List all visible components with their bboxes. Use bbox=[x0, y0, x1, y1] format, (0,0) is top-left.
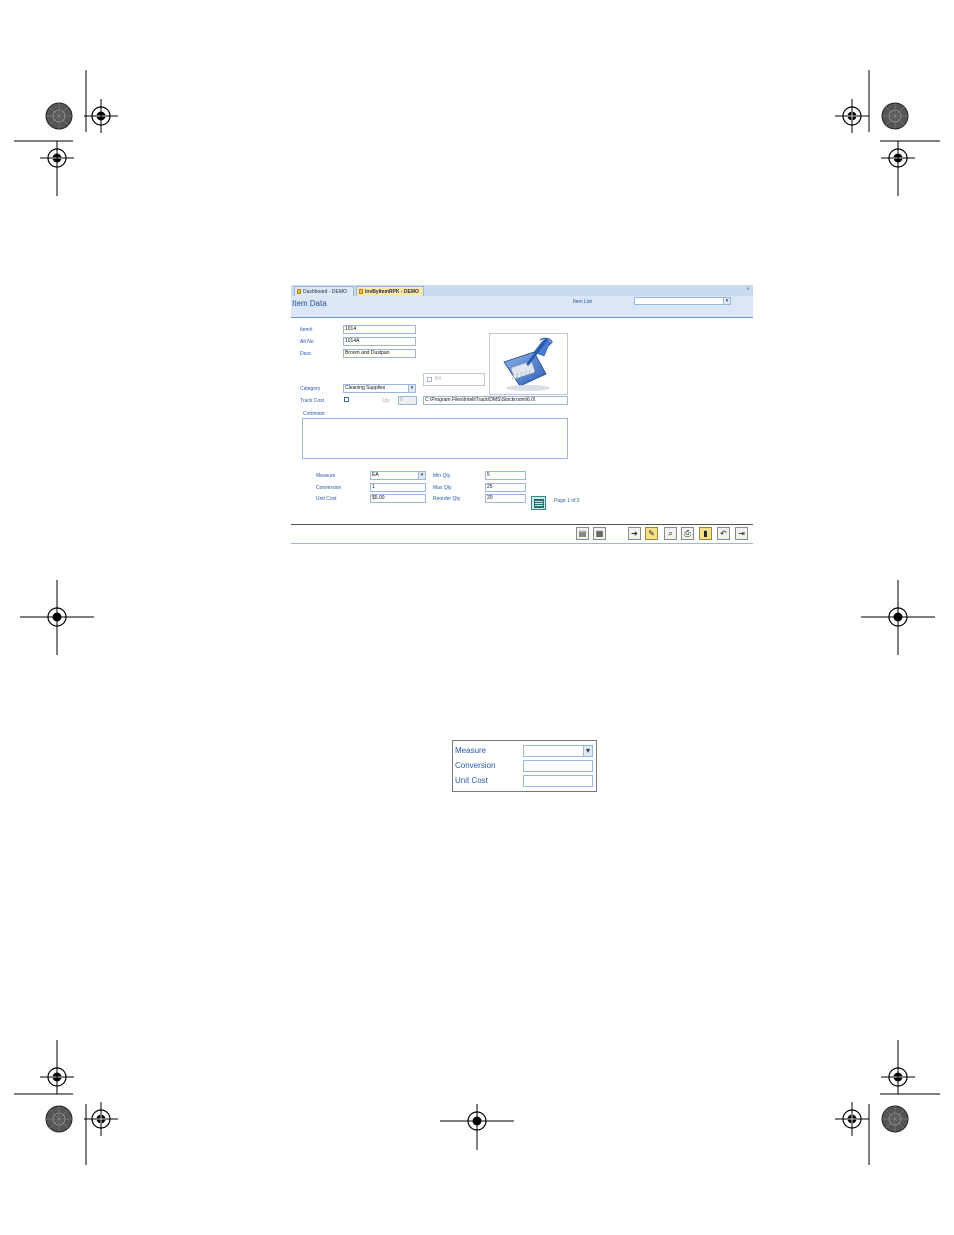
reorder-qty-field[interactable]: 20 bbox=[485, 494, 526, 503]
item-number-label: Item# bbox=[300, 327, 313, 333]
zoom-measure-label: Measure bbox=[455, 746, 487, 755]
alt-no-field[interactable]: 1014A bbox=[343, 337, 416, 346]
desc-label: Desc bbox=[300, 351, 312, 357]
unit-cost-label: Unit Cost bbox=[316, 496, 337, 502]
zoom-conversion-label: Conversion bbox=[455, 761, 496, 770]
arrow-right-icon: ➔ bbox=[631, 529, 638, 538]
measure-select[interactable]: EA ▾ bbox=[370, 471, 426, 480]
undo-button[interactable]: ↶ bbox=[717, 527, 730, 540]
undo-icon: ↶ bbox=[720, 529, 727, 538]
toolbar-divider bbox=[291, 524, 753, 525]
reorder-qty-label: Reorder Qty bbox=[433, 496, 461, 502]
exit-button[interactable]: ⇥ bbox=[735, 527, 748, 540]
chevron-down-icon[interactable]: ▾ bbox=[723, 298, 730, 304]
zoom-unit-cost-field[interactable] bbox=[523, 775, 593, 787]
tab-dashboard[interactable]: Dashboard - DEMO bbox=[294, 286, 354, 296]
min-qty-field[interactable]: 5 bbox=[485, 471, 526, 480]
chevron-down-icon[interactable]: ▾ bbox=[408, 385, 415, 392]
min-qty-label: Min Qty bbox=[433, 473, 451, 479]
close-icon[interactable]: × bbox=[746, 285, 750, 295]
comment-textarea[interactable] bbox=[302, 418, 568, 459]
printer-icon: ⎙ bbox=[684, 529, 691, 538]
category-label: Category bbox=[300, 386, 321, 392]
grid-icon bbox=[533, 499, 544, 508]
toolbar-bottom-border bbox=[291, 543, 753, 544]
kit-label: Kit bbox=[435, 376, 441, 382]
measure-value: EA bbox=[372, 472, 379, 478]
zoom-measure-select[interactable]: ▾ bbox=[523, 745, 593, 757]
item-photo bbox=[489, 333, 568, 395]
unit-cost-field[interactable]: $5.00 bbox=[370, 494, 426, 503]
comment-label: Comment bbox=[303, 411, 325, 417]
desc-field[interactable]: Broom and Dustpan bbox=[343, 349, 416, 358]
measure-detail-callout: Measure ▾ Conversion Unit Cost bbox=[452, 740, 597, 792]
form-icon bbox=[359, 289, 363, 294]
tab-label: Dashboard - DEMO bbox=[303, 289, 347, 295]
trash-icon: ▮ bbox=[703, 529, 708, 538]
report-button[interactable]: ▤ bbox=[576, 527, 589, 540]
conversion-label: Conversion bbox=[316, 485, 342, 491]
search-icon: ⌕ bbox=[668, 529, 673, 538]
max-qty-field[interactable]: 25 bbox=[485, 483, 526, 492]
page-indicator: Page 1 of 2 bbox=[554, 498, 580, 504]
chevron-down-icon[interactable]: ▾ bbox=[418, 472, 425, 479]
form-header: Item Data Item List ▾ bbox=[291, 296, 753, 318]
broom-dustpan-image bbox=[503, 337, 553, 391]
page-toggle-button[interactable] bbox=[531, 496, 546, 510]
chevron-down-icon[interactable]: ▾ bbox=[583, 746, 592, 756]
form-icon bbox=[297, 289, 301, 294]
item-list-select[interactable]: ▾ bbox=[634, 297, 731, 305]
image-path-field[interactable]: C:\Program Files\IntelliTrack\DMS\Stockr… bbox=[423, 396, 568, 405]
go-button[interactable]: ➔ bbox=[628, 527, 641, 540]
tab-label: InvByItemRPK - DEMO bbox=[365, 289, 419, 295]
page-title: Item Data bbox=[292, 299, 327, 308]
find-button[interactable]: ⌕ bbox=[664, 527, 677, 540]
edit-icon: ✎ bbox=[648, 529, 655, 538]
qty-field[interactable]: 0 bbox=[398, 396, 417, 405]
zoom-unit-cost-label: Unit Cost bbox=[455, 776, 488, 785]
calendar-button[interactable]: ▦ bbox=[593, 527, 606, 540]
zoom-conversion-field[interactable] bbox=[523, 760, 593, 772]
kit-checkbox[interactable] bbox=[427, 377, 432, 382]
qty-label: Qty bbox=[382, 398, 390, 404]
delete-button[interactable]: ▮ bbox=[699, 527, 712, 540]
report-icon: ▤ bbox=[578, 529, 587, 538]
exit-icon: ⇥ bbox=[738, 529, 745, 538]
edit-button[interactable]: ✎ bbox=[645, 527, 658, 540]
max-qty-label: Max Qty bbox=[433, 485, 452, 491]
tab-inv-by-item[interactable]: InvByItemRPK - DEMO bbox=[356, 286, 424, 296]
item-number-field[interactable]: 1014 bbox=[343, 325, 416, 334]
track-cost-checkbox[interactable] bbox=[344, 397, 349, 402]
category-select[interactable]: Cleaning Supplies ▾ bbox=[343, 384, 416, 393]
calendar-icon: ▦ bbox=[595, 529, 604, 538]
track-cost-label: Track Cost bbox=[300, 398, 324, 404]
print-button[interactable]: ⎙ bbox=[681, 527, 694, 540]
conversion-field[interactable]: 1 bbox=[370, 483, 426, 492]
crop-marks bbox=[14, 70, 940, 1165]
alt-no-label: Alt No bbox=[300, 339, 314, 345]
measure-label: Measure bbox=[316, 473, 336, 479]
item-data-window: Dashboard - DEMO InvByItemRPK - DEMO × I… bbox=[291, 285, 753, 545]
category-value: Cleaning Supplies bbox=[345, 385, 386, 391]
kit-box: Kit bbox=[423, 373, 485, 386]
item-list-label: Item List bbox=[573, 299, 592, 305]
